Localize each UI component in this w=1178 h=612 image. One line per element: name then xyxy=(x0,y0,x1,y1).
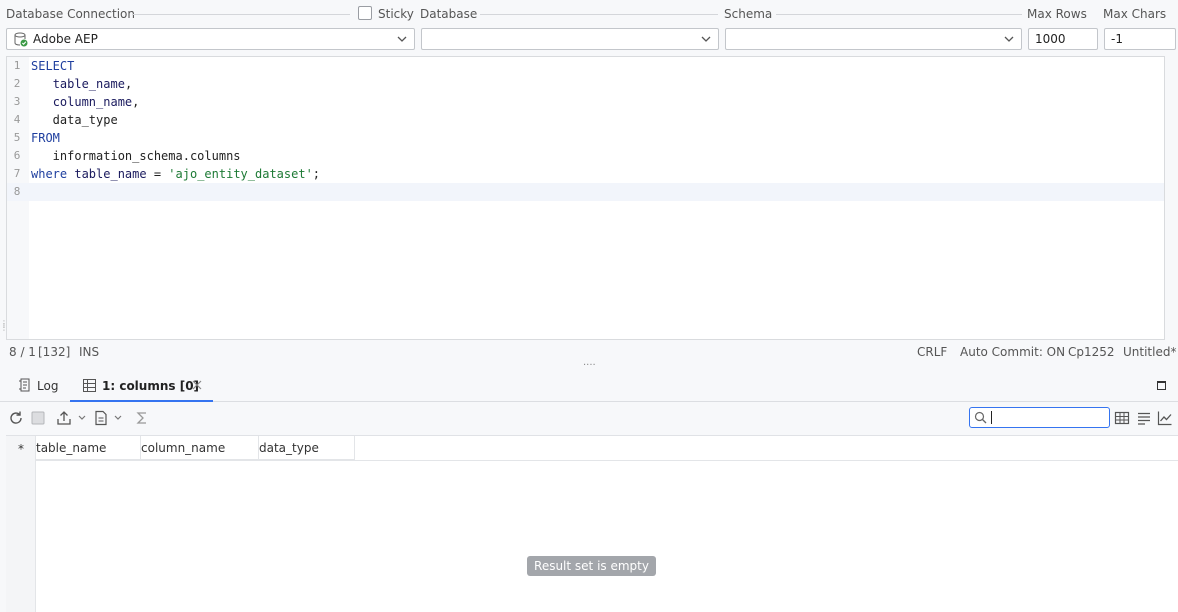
auto-commit-status[interactable]: Auto Commit: ON xyxy=(960,345,1065,359)
code-token: FROM xyxy=(31,131,60,145)
column-header[interactable]: column_name xyxy=(141,436,259,460)
cursor-position: 8 / 1 xyxy=(9,345,36,359)
max-rows-label: Max Rows xyxy=(1027,7,1087,21)
cursor-offset: [132] xyxy=(38,345,71,359)
chevron-down-icon[interactable] xyxy=(77,410,87,426)
line-number: 1 xyxy=(13,59,21,72)
database-label: Database xyxy=(420,7,478,21)
code-line[interactable]: 3 column_name, xyxy=(7,93,1164,111)
line-ending[interactable]: CRLF xyxy=(917,345,947,359)
panel-splitter[interactable]: .... xyxy=(583,357,596,368)
column-header[interactable]: data_type xyxy=(259,436,355,460)
sticky-label: Sticky xyxy=(378,7,414,21)
table-icon xyxy=(83,379,96,392)
close-icon[interactable] xyxy=(192,380,202,390)
text-caret xyxy=(991,411,992,424)
log-icon xyxy=(19,378,30,392)
text-view-icon[interactable] xyxy=(1136,410,1152,426)
code-token: where xyxy=(31,167,68,181)
connection-value: Adobe AEP xyxy=(33,32,98,46)
tab-result-columns[interactable]: 1: columns [0] xyxy=(70,372,213,402)
divider xyxy=(132,14,350,15)
divider xyxy=(776,14,1022,15)
insert-mode[interactable]: INS xyxy=(79,345,99,359)
code-line[interactable]: 5 FROM xyxy=(7,129,1164,147)
search-icon xyxy=(974,411,987,424)
schema-label: Schema xyxy=(724,7,773,21)
refresh-icon[interactable] xyxy=(8,410,24,426)
export-icon[interactable] xyxy=(56,410,72,426)
chevron-down-icon xyxy=(1004,36,1014,42)
row-number-column: * xyxy=(6,436,36,612)
result-search-input[interactable] xyxy=(969,407,1110,428)
line-number: 8 xyxy=(13,185,21,198)
code-token: table_name xyxy=(74,167,147,181)
code-token: SELECT xyxy=(31,59,75,73)
max-chars-label: Max Chars xyxy=(1103,7,1167,21)
code-line[interactable]: 1 SELECT xyxy=(7,57,1164,75)
select-all-marker[interactable]: * xyxy=(18,442,24,456)
code-token: , xyxy=(132,95,140,109)
code-text: data_type xyxy=(31,111,118,129)
divider xyxy=(36,460,1178,461)
connection-bar: Database Connection Sticky Database Sche… xyxy=(0,0,1178,28)
line-number: 2 xyxy=(13,77,21,90)
code-line[interactable]: 8 xyxy=(7,183,1164,201)
encoding[interactable]: Cp1252 xyxy=(1068,345,1115,359)
chart-view-icon[interactable] xyxy=(1157,410,1173,426)
code-token: = xyxy=(146,167,169,181)
code-text: FROM xyxy=(31,129,60,147)
code-token: information_schema.columns xyxy=(31,149,241,163)
code-token: ; xyxy=(312,167,321,181)
maximize-icon[interactable] xyxy=(1157,381,1166,390)
sticky-checkbox[interactable] xyxy=(358,6,372,20)
line-number: 5 xyxy=(13,131,21,144)
code-token: , xyxy=(124,77,133,91)
code-line[interactable]: 2 table_name, xyxy=(7,75,1164,93)
line-number: 3 xyxy=(13,95,21,108)
database-select[interactable] xyxy=(421,28,719,50)
tab-result-label: 1: columns [0] xyxy=(102,379,200,393)
line-number: 6 xyxy=(13,149,21,162)
document-icon[interactable] xyxy=(93,410,109,426)
resize-grip-icon[interactable]: ⋮ ⋮ xyxy=(0,320,8,334)
max-rows-input[interactable]: 1000 xyxy=(1028,28,1098,50)
code-token: column_name xyxy=(52,95,133,109)
code-token: data_type xyxy=(31,113,118,127)
code-token: 'ajo_entity_dataset' xyxy=(168,167,313,181)
chevron-down-icon xyxy=(397,36,407,42)
stop-icon[interactable] xyxy=(30,410,46,426)
max-chars-input[interactable]: -1 xyxy=(1104,28,1176,50)
divider xyxy=(480,14,718,15)
code-text: SELECT xyxy=(31,57,74,75)
empty-result-message: Result set is empty xyxy=(527,556,656,576)
database-connected-icon xyxy=(14,32,28,47)
result-grid: * table_name column_name data_type xyxy=(6,435,1178,612)
chevron-down-icon[interactable] xyxy=(113,410,123,426)
code-token: table_name xyxy=(52,77,125,91)
tab-log-label: Log xyxy=(37,379,59,393)
line-number: 7 xyxy=(13,167,21,180)
code-line[interactable]: 4 data_type xyxy=(7,111,1164,129)
schema-select[interactable] xyxy=(725,28,1022,50)
grid-view-icon[interactable] xyxy=(1114,410,1130,426)
code-line[interactable]: 6 information_schema.columns xyxy=(7,147,1164,165)
result-tab-bar: Log 1: columns [0] xyxy=(0,372,1178,402)
code-text: information_schema.columns xyxy=(31,147,241,165)
code-text: table_name, xyxy=(31,75,132,93)
database-connection-label: Database Connection xyxy=(6,7,135,21)
line-number: 4 xyxy=(13,113,21,126)
chevron-down-icon xyxy=(701,36,711,42)
code-text: column_name, xyxy=(31,93,140,111)
column-header[interactable]: table_name xyxy=(36,436,141,460)
tab-log[interactable]: Log xyxy=(14,372,64,402)
sql-editor[interactable]: 1 SELECT 2 table_name, 3 column_name, 4 data… xyxy=(6,56,1165,340)
code-text: where table_name = 'ajo_entity_dataset'; xyxy=(31,165,320,183)
file-name: Untitled* xyxy=(1123,345,1177,359)
sum-icon[interactable] xyxy=(134,410,150,426)
code-line[interactable]: 7 where table_name = 'ajo_entity_dataset'… xyxy=(7,165,1164,183)
connection-select[interactable]: Adobe AEP xyxy=(6,28,415,50)
